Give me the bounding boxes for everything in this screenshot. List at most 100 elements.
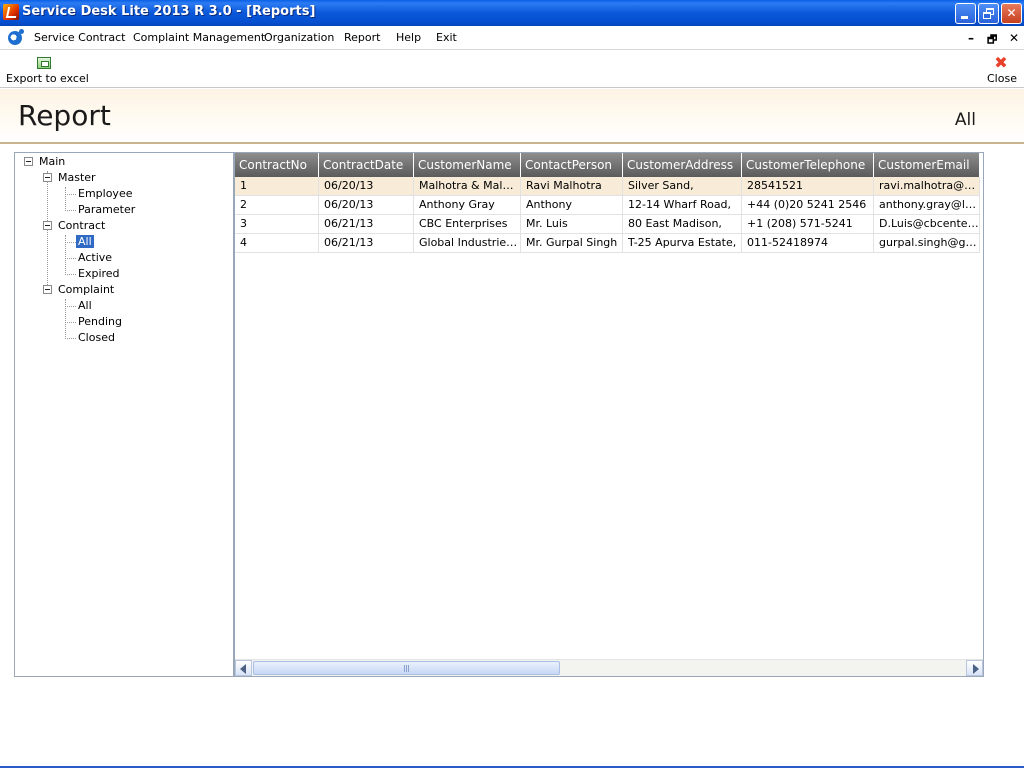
cell-contactperson: Ravi Malhotra [521, 177, 623, 196]
column-header-customertelephone[interactable]: CustomerTelephone [742, 153, 874, 179]
menu-service-contract[interactable]: Service Contract [34, 31, 125, 44]
cell-customername: Malhotra & Malho… [414, 177, 521, 196]
cell-customertelephone: +44 (0)20 5241 2546 [742, 196, 874, 215]
cell-contractno: 3 [235, 215, 319, 234]
menu-complaint-management[interactable]: Complaint Management [133, 31, 265, 44]
cell-customeraddress: 80 East Madison, [623, 215, 742, 234]
tree-line [65, 338, 76, 339]
window-title: Service Desk Lite 2013 R 3.0 - [Reports] [22, 4, 316, 19]
mdi-restore-button[interactable]: 🗗 [987, 31, 997, 50]
close-button[interactable]: ✖ Close [984, 51, 1018, 87]
cell-customeraddress: 12-14 Wharf Road, [623, 196, 742, 215]
cell-customertelephone: 011-52418974 [742, 234, 874, 253]
collapse-main-icon[interactable] [24, 157, 33, 166]
close-window-button[interactable]: ✕ [1001, 3, 1022, 24]
report-tree[interactable]: Main Master Employee Parameter Contract … [14, 152, 234, 677]
cell-customertelephone: 28541521 [742, 177, 874, 196]
restore-button[interactable] [978, 3, 999, 24]
tree-node-master[interactable]: Master [58, 171, 96, 184]
tree-line [65, 210, 76, 211]
collapse-complaint-icon[interactable] [43, 285, 52, 294]
cell-customeremail: anthony.gray@liv… [874, 196, 980, 215]
tree-line [65, 322, 76, 323]
mdi-minimize-button[interactable]: – [968, 31, 974, 45]
cell-customertelephone: +1 (208) 571-5241 [742, 215, 874, 234]
cell-contractdate: 06/20/13 [319, 196, 414, 215]
table-row[interactable]: 1 06/20/13 Malhotra & Malho… Ravi Malhot… [235, 177, 980, 196]
report-header: Report All [0, 89, 1024, 144]
cell-contactperson: Mr. Gurpal Singh [521, 234, 623, 253]
column-header-customeremail[interactable]: CustomerEmail [874, 153, 980, 179]
tree-node-contract-expired[interactable]: Expired [78, 267, 120, 280]
collapse-contract-icon[interactable] [43, 221, 52, 230]
close-label: Close [987, 72, 1017, 85]
tree-node-contract-all[interactable]: All [76, 235, 94, 248]
column-header-customername[interactable]: CustomerName [414, 153, 521, 179]
table-row[interactable]: 3 06/21/13 CBC Enterprises Mr. Luis 80 E… [235, 215, 980, 234]
column-header-contractdate[interactable]: ContractDate [319, 153, 414, 179]
tree-node-complaint[interactable]: Complaint [58, 283, 114, 296]
cell-customername: Global Industries… [414, 234, 521, 253]
minimize-button[interactable] [955, 3, 976, 24]
chevron-left-icon [240, 664, 246, 674]
menu-report[interactable]: Report [344, 31, 380, 44]
tree-node-complaint-all[interactable]: All [78, 299, 92, 312]
cell-contractdate: 06/21/13 [319, 215, 414, 234]
cell-customername: CBC Enterprises [414, 215, 521, 234]
tree-line [65, 306, 76, 307]
excel-icon [37, 57, 51, 69]
filter-caption: All [954, 110, 976, 130]
page-title: Report [18, 99, 111, 132]
scroll-right-button[interactable] [966, 660, 983, 676]
cell-customeraddress: Silver Sand, [623, 177, 742, 196]
scroll-thumb[interactable] [253, 661, 560, 675]
table-row[interactable]: 4 06/21/13 Global Industries… Mr. Gurpal… [235, 234, 980, 253]
tree-node-contract-active[interactable]: Active [78, 251, 112, 264]
export-to-excel-button[interactable]: Export to excel [4, 51, 89, 87]
tree-node-complaint-closed[interactable]: Closed [78, 331, 115, 344]
contracts-grid[interactable]: ContractNo ContractDate CustomerName Con… [234, 152, 984, 677]
title-bar: Service Desk Lite 2013 R 3.0 - [Reports]… [0, 0, 1024, 26]
tree-line [65, 235, 66, 275]
cell-customeraddress: T-25 Apurva Estate, [623, 234, 742, 253]
menu-bar: Service Contract Complaint Management Or… [0, 26, 1024, 50]
cell-customeremail: ravi.malhotra@g… [874, 177, 980, 196]
tree-line [65, 274, 76, 275]
cell-contractno: 2 [235, 196, 319, 215]
toolbar: Export to excel ✖ Close [0, 51, 1024, 88]
scroll-left-button[interactable] [235, 660, 252, 676]
grip-icon [404, 665, 410, 672]
cell-contractno: 1 [235, 177, 319, 196]
column-header-contractno[interactable]: ContractNo [235, 153, 319, 179]
cell-contactperson: Mr. Luis [521, 215, 623, 234]
table-row[interactable]: 2 06/20/13 Anthony Gray Anthony 12-14 Wh… [235, 196, 980, 215]
tree-line [47, 171, 48, 291]
cell-contractdate: 06/21/13 [319, 234, 414, 253]
menu-help[interactable]: Help [396, 31, 421, 44]
horizontal-scrollbar[interactable] [235, 659, 983, 676]
menu-organization[interactable]: Organization [264, 31, 334, 44]
tree-line [65, 258, 76, 259]
mdi-child-icon[interactable] [8, 29, 24, 45]
column-header-contactperson[interactable]: ContactPerson [521, 153, 623, 179]
tree-node-contract[interactable]: Contract [58, 219, 105, 232]
tree-node-parameter[interactable]: Parameter [78, 203, 135, 216]
tree-line [65, 299, 66, 339]
tree-node-employee[interactable]: Employee [78, 187, 132, 200]
close-red-icon: ✖ [994, 53, 1008, 72]
cell-contractdate: 06/20/13 [319, 177, 414, 196]
collapse-master-icon[interactable] [43, 173, 52, 182]
export-label: Export to excel [6, 72, 89, 85]
app-icon [3, 4, 19, 20]
column-header-customeraddress[interactable]: CustomerAddress [623, 153, 742, 179]
tree-line [65, 194, 76, 195]
cell-customername: Anthony Gray [414, 196, 521, 215]
tree-node-main[interactable]: Main [39, 155, 65, 168]
tree-node-complaint-pending[interactable]: Pending [78, 315, 122, 328]
tree-line [65, 187, 66, 211]
restore-icon-front [983, 12, 991, 19]
cell-customeremail: D.Luis@cbcenter… [874, 215, 980, 234]
menu-exit[interactable]: Exit [436, 31, 457, 44]
minimize-icon [961, 16, 968, 19]
mdi-close-button[interactable]: ✕ [1009, 31, 1019, 45]
